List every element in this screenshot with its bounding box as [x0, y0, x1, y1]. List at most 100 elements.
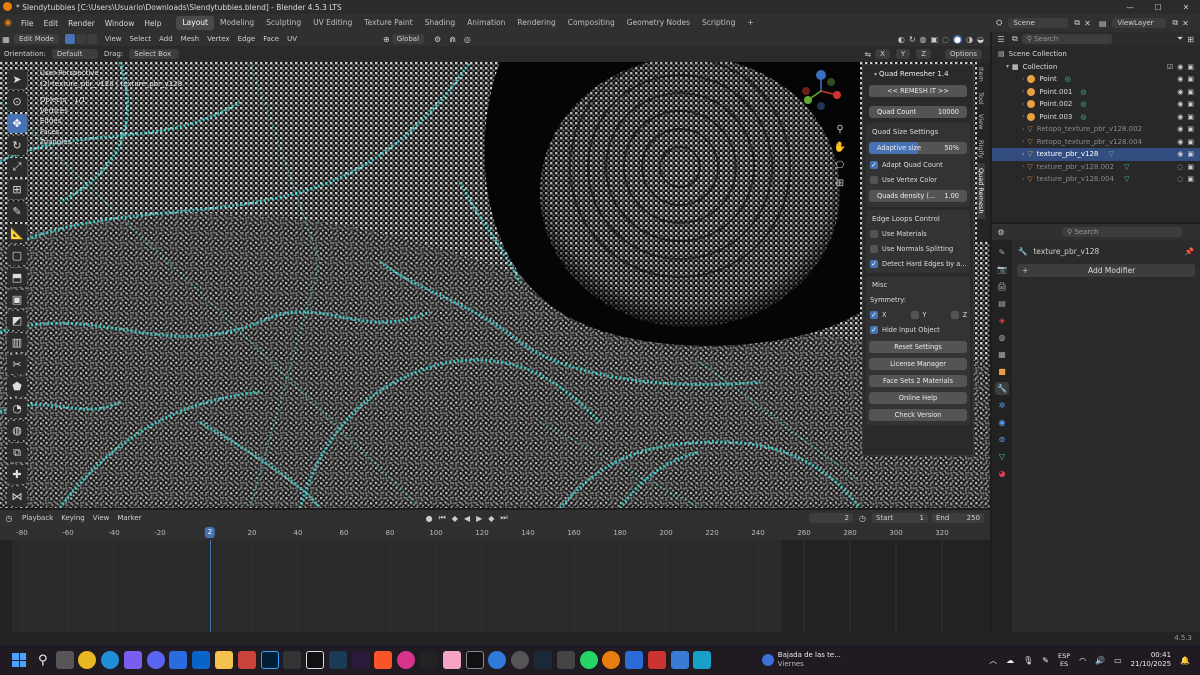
menu-help[interactable]: Help	[139, 19, 166, 28]
unity-icon[interactable]	[283, 651, 302, 669]
tray-chevron-icon[interactable]: ︿	[989, 655, 997, 666]
current-frame-marker[interactable]: 2	[204, 527, 216, 538]
menu-window[interactable]: Window	[100, 19, 140, 28]
sidebar-tab-rigify[interactable]: Rigify	[977, 135, 985, 163]
tool-properties-icon[interactable]: ✎	[995, 246, 1009, 259]
symmetry-y-checkbox[interactable]: Y	[910, 310, 927, 319]
pan-hand-icon[interactable]: ✋	[833, 140, 847, 154]
clock[interactable]: 00:41 21/10/2025	[1131, 651, 1171, 669]
menu-face[interactable]: Face	[259, 35, 283, 43]
app-icon[interactable]	[397, 651, 416, 669]
obs-icon[interactable]	[511, 651, 530, 669]
app-icon[interactable]	[488, 651, 507, 669]
blender-taskbar-icon[interactable]	[602, 651, 621, 669]
outliner-item-point-001[interactable]: › Point.001 ◎ ◉ ▣	[992, 86, 1200, 99]
modifier-wrench-icon[interactable]: 🔧	[995, 382, 1009, 395]
new-collection-icon[interactable]: ⊞	[1187, 35, 1194, 44]
world-properties-icon[interactable]: ◍	[995, 331, 1009, 344]
xd-icon[interactable]	[351, 651, 370, 669]
camera-icon[interactable]: ▣	[1187, 138, 1194, 146]
minimize-button[interactable]: —	[1116, 3, 1144, 12]
view-layer-properties-icon[interactable]: ▤	[995, 297, 1009, 310]
camera-icon[interactable]: ▣	[1187, 163, 1194, 171]
adaptive-size-slider[interactable]: Adaptive size 50%	[869, 142, 967, 154]
task-view-icon[interactable]	[55, 651, 74, 669]
online-help-button[interactable]: Online Help	[869, 392, 967, 404]
app-icon[interactable]	[420, 651, 439, 669]
timeline-ruler[interactable]: -80 -60 -40 -20 2 20 40 60 80 100 120 14…	[0, 526, 990, 540]
expand-chevron-icon[interactable]: ›	[1022, 101, 1024, 108]
edge-browser-icon[interactable]	[101, 651, 120, 669]
menu-view[interactable]: View	[101, 35, 126, 43]
collection-row[interactable]: ▾ ▦ Collection ☑ ◉ ▣	[992, 61, 1200, 74]
editor-type-icon[interactable]: ▦	[0, 35, 12, 44]
sidebar-tab-quad-remesh[interactable]: Quad Remesh	[977, 163, 985, 219]
hide-input-object-checkbox[interactable]: ✓ Hide Input Object	[866, 322, 970, 337]
drag-dropdown[interactable]: Select Box	[129, 49, 180, 59]
zoom-icon[interactable]: ⚲	[833, 122, 847, 136]
scene-dropdown[interactable]: Scene	[1008, 18, 1069, 28]
menu-render[interactable]: Render	[63, 19, 100, 28]
solid-shading-icon[interactable]: ●	[953, 34, 963, 44]
eye-icon[interactable]: ◉	[1177, 150, 1183, 158]
discord-icon[interactable]	[146, 651, 165, 669]
menu-mesh[interactable]: Mesh	[177, 35, 203, 43]
notifications-icon[interactable]: 🔔	[1180, 656, 1190, 665]
app-icon[interactable]	[670, 651, 689, 669]
bevel-tool-icon[interactable]: ◩	[7, 311, 27, 331]
use-materials-checkbox[interactable]: Use Materials	[866, 226, 970, 241]
blender-menu-icon[interactable]: ◉	[0, 18, 16, 28]
rotate-tool-icon[interactable]: ↻	[7, 135, 27, 155]
misc-header[interactable]: Misc	[866, 278, 970, 292]
add-cube-tool-icon[interactable]: ▢	[7, 245, 27, 265]
wifi-icon[interactable]: ◠	[1079, 656, 1086, 665]
news-widget[interactable]: Bajada de las te... Viernes	[761, 651, 841, 669]
app-icon[interactable]	[556, 651, 575, 669]
menu-keying[interactable]: Keying	[57, 514, 89, 522]
camera-icon[interactable]: ▣	[1187, 113, 1194, 121]
properties-search-input[interactable]: ⚲ Search	[1062, 227, 1182, 237]
gizmo-icon[interactable]: ↻	[909, 35, 916, 44]
file-explorer-icon[interactable]	[215, 651, 233, 669]
prev-key-icon[interactable]: ◆	[452, 514, 458, 523]
current-frame-field[interactable]: 2	[809, 513, 854, 523]
outlook-icon[interactable]	[192, 651, 211, 669]
eye-icon[interactable]: ◉	[1177, 75, 1183, 83]
material-shading-icon[interactable]: ◑	[966, 35, 973, 44]
knife-tool-icon[interactable]: ✂	[7, 355, 27, 375]
shrink-fatten-tool-icon[interactable]: ✚	[7, 465, 27, 485]
workspace-tab-uv-editing[interactable]: UV Editing	[307, 16, 358, 30]
outliner-item-point[interactable]: › Point ◎ ◉ ▣	[992, 73, 1200, 86]
eye-icon[interactable]: ◉	[1177, 113, 1183, 121]
sidebar-tab-view[interactable]: View	[977, 109, 985, 134]
collection-properties-icon[interactable]: ▦	[995, 348, 1009, 361]
menu-add[interactable]: Add	[155, 35, 177, 43]
add-workspace-button[interactable]: +	[741, 16, 759, 30]
sidebar-tab-tool[interactable]: Tool	[977, 87, 985, 110]
scene-collection-row[interactable]: ▤ Scene Collection	[992, 48, 1200, 61]
constraints-properties-icon[interactable]: ⊚	[995, 433, 1009, 446]
physics-properties-icon[interactable]: ◉	[995, 416, 1009, 429]
add-modifier-button[interactable]: + Add Modifier	[1017, 264, 1195, 277]
camera-icon[interactable]: ▣	[1187, 88, 1194, 96]
menu-playback[interactable]: Playback	[18, 514, 57, 522]
search-icon[interactable]: ⚲	[38, 653, 48, 668]
jump-start-icon[interactable]: ⏮	[439, 513, 446, 523]
camera-icon[interactable]: ▣	[1187, 63, 1194, 71]
workspace-tab-layout[interactable]: Layout	[176, 16, 214, 30]
mode-dropdown[interactable]: Edit Mode	[14, 34, 59, 44]
output-properties-icon[interactable]: 🖨	[995, 280, 1009, 293]
inset-tool-icon[interactable]: ▣	[7, 289, 27, 309]
face-select-icon[interactable]	[86, 34, 97, 44]
expand-chevron-icon[interactable]: ›	[1022, 151, 1024, 158]
pin-icon[interactable]: 📌	[1185, 247, 1194, 256]
loop-cut-tool-icon[interactable]: ▥	[7, 333, 27, 353]
camera-icon[interactable]: ▣	[1187, 175, 1194, 183]
workspace-tab-scripting[interactable]: Scripting	[696, 16, 741, 30]
material-properties-icon[interactable]: ◕	[995, 467, 1009, 480]
end-frame-field[interactable]: End 250	[932, 513, 984, 523]
menu-file[interactable]: File	[16, 19, 39, 28]
visibility-icon[interactable]: ◐	[898, 35, 905, 44]
app-icon[interactable]	[237, 651, 256, 669]
overlay-icon[interactable]: ◍	[920, 35, 927, 44]
